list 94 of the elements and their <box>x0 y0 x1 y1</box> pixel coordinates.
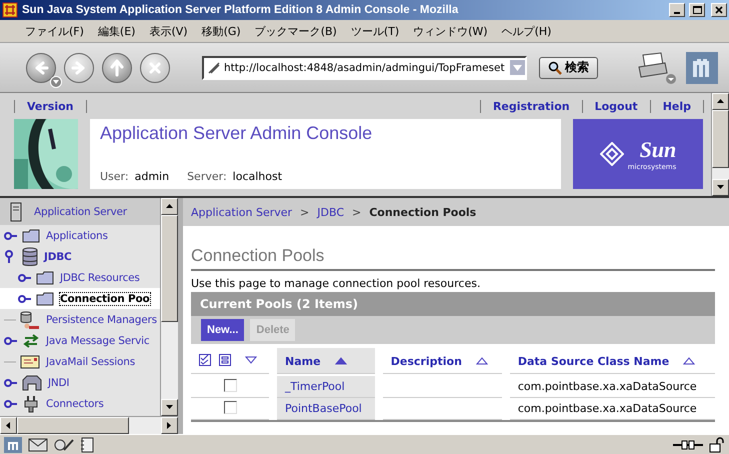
select-all-icon[interactable] <box>199 354 211 366</box>
row-checkbox[interactable] <box>224 400 236 414</box>
sort-icon[interactable] <box>476 357 488 365</box>
tree-item[interactable]: Connection Poo <box>0 288 160 309</box>
folder-icon <box>36 292 54 306</box>
breadcrumb-separator: > <box>352 206 362 218</box>
tree-root-item[interactable]: Application Server <box>0 198 160 225</box>
expand-handle-icon[interactable] <box>4 398 18 408</box>
tree-item[interactable]: JavaMail Sessions <box>0 351 160 372</box>
tree-item[interactable]: JDBC <box>0 246 160 267</box>
exchange-arrows-icon <box>22 332 40 350</box>
tree-item[interactable]: JNDI <box>0 372 160 393</box>
tree-item[interactable]: Java Message Servic <box>0 330 160 351</box>
horizontal-scrollbar[interactable] <box>0 416 178 434</box>
notebook-icon[interactable] <box>80 436 94 452</box>
console-title: Application Server Admin Console <box>100 123 374 144</box>
app-icon <box>2 2 18 18</box>
column-header[interactable]: Name <box>277 348 375 376</box>
folder-icon <box>22 228 40 242</box>
arrow-icon <box>165 202 174 211</box>
logo-icon <box>600 142 624 166</box>
address-field[interactable]: http://localhost:4848/asadmin/admingui/TopFrameset <box>202 56 527 80</box>
header-link[interactable]: Version <box>14 100 87 112</box>
expand-handle-icon[interactable] <box>18 272 32 282</box>
window-title: Sun Java System Application Server Platform Edition 8 Admin Console - Mozilla <box>22 4 460 16</box>
menu-item[interactable]: ウィンドウ(W) <box>406 24 495 38</box>
directory-icon <box>22 374 42 390</box>
expand-handle-icon[interactable] <box>4 230 18 240</box>
server-label: Server: <box>187 170 227 183</box>
header-link[interactable]: Help <box>650 100 704 112</box>
header-link[interactable]: Registration <box>480 100 583 112</box>
close-icon <box>715 6 723 14</box>
row-checkbox[interactable] <box>224 378 236 392</box>
tree-item[interactable]: Persistence Managers <box>0 309 160 330</box>
printer-icon[interactable] <box>637 50 677 84</box>
breadcrumb-current[interactable]: Connection Pools <box>369 206 476 218</box>
menu-item[interactable]: ツール(T) <box>344 24 406 38</box>
maximize-button[interactable] <box>689 3 705 17</box>
sort-icon[interactable] <box>334 357 347 365</box>
expand-handle-icon[interactable] <box>18 294 32 304</box>
table-cell: com.pointbase.xa.xaDataSource <box>518 380 697 393</box>
database-person-icon <box>20 310 40 328</box>
menu-item[interactable]: ファイル(F) <box>18 24 91 38</box>
sort-icon[interactable] <box>245 356 257 364</box>
menu-item[interactable]: ブックマーク(B) <box>248 24 344 38</box>
search-button[interactable]: 検索 <box>539 56 598 78</box>
breadcrumb-separator: > <box>300 206 310 218</box>
menu-item[interactable]: ヘルプ(H) <box>494 24 558 38</box>
minimize-button[interactable] <box>669 3 685 17</box>
sort-icon[interactable] <box>683 357 696 365</box>
menu-item[interactable]: 編集(E) <box>90 24 142 38</box>
page-icon <box>207 60 221 74</box>
browser-logo-icon[interactable] <box>4 436 22 452</box>
breadcrumb-link[interactable]: JDBC <box>317 206 344 218</box>
deselect-all-icon[interactable] <box>219 354 231 366</box>
logo-name: Sun <box>640 137 676 163</box>
database-icon <box>22 246 38 266</box>
dropdown-icon[interactable] <box>50 76 62 88</box>
tree-line-icon <box>4 360 16 362</box>
tree-item[interactable]: JDBC Resources <box>0 267 160 288</box>
vertical-scrollbar[interactable] <box>160 198 178 416</box>
envelope-icon[interactable] <box>28 438 48 452</box>
server-name: localhost <box>232 170 282 183</box>
page-description: Use this page to manage connection pool resources. <box>191 277 482 290</box>
page-title: Connection Pools <box>191 246 715 271</box>
user-name: admin <box>134 170 170 183</box>
expand-handle-icon[interactable] <box>4 336 18 346</box>
envelope-icon <box>20 354 40 368</box>
tree-line-icon <box>4 318 16 320</box>
plug-icon <box>22 394 40 412</box>
header-link[interactable]: Logout <box>582 100 651 112</box>
expand-handle-icon[interactable] <box>4 378 18 388</box>
arrow-icon <box>4 421 13 430</box>
close-button[interactable] <box>711 3 727 17</box>
up-arrow-button[interactable] <box>102 52 132 82</box>
back-button[interactable] <box>26 52 56 82</box>
maximize-icon <box>692 6 702 14</box>
search-icon <box>548 60 562 74</box>
arrow-icon <box>716 97 725 106</box>
connection-icon <box>673 438 703 450</box>
menu-item[interactable]: 表示(V) <box>142 24 195 38</box>
tree-item[interactable]: Connectors <box>0 393 160 414</box>
browser-logo-icon[interactable] <box>685 50 719 84</box>
breadcrumb-link[interactable]: Application Server <box>191 206 292 218</box>
tree-item[interactable]: Applications <box>0 225 160 246</box>
table-cell: com.pointbase.xa.xaDataSource <box>518 402 697 415</box>
menu-item[interactable]: 移動(G) <box>194 24 248 38</box>
table-title: Current Pools (2 Items) <box>191 292 715 316</box>
pen-icon[interactable] <box>54 438 74 452</box>
server-icon <box>10 202 22 222</box>
folder-icon <box>36 270 54 284</box>
user-label: User: <box>100 170 129 183</box>
new-button[interactable]: New... <box>201 319 244 341</box>
vertical-scrollbar[interactable] <box>711 93 729 196</box>
